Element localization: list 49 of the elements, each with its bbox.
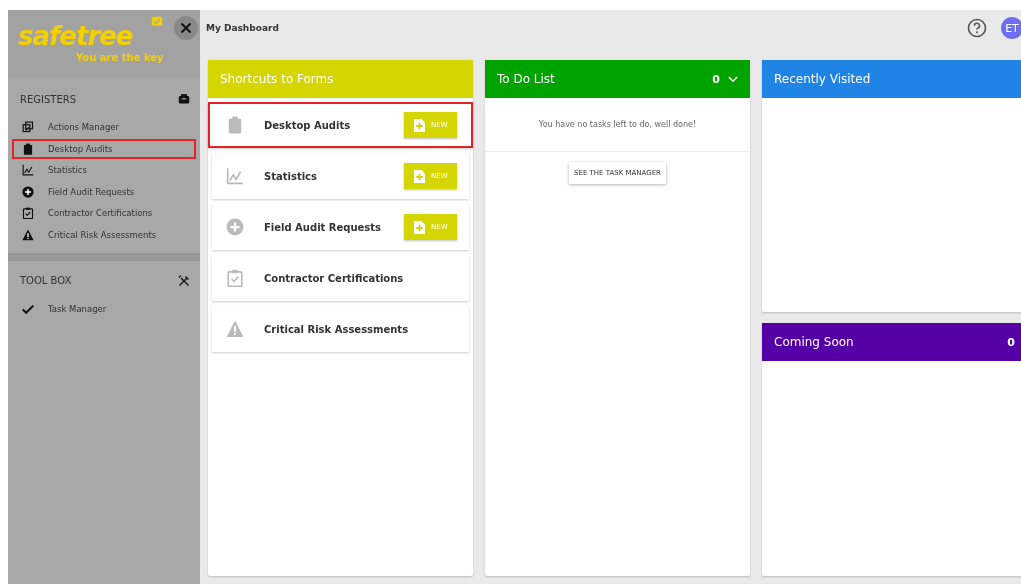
shortcut-label: Desktop Audits	[264, 119, 352, 131]
plus-circle-icon	[226, 218, 244, 236]
clipboard-check-icon	[22, 207, 34, 220]
close-icon	[180, 22, 192, 34]
shortcut-label: Statistics	[264, 170, 318, 182]
line-chart-icon	[226, 167, 244, 185]
new-file-icon	[414, 118, 425, 132]
shortcut-label: Critical Risk Assessments	[264, 323, 410, 335]
copy-icon	[22, 121, 34, 133]
help-icon[interactable]	[967, 18, 987, 38]
warning-icon	[226, 320, 244, 338]
shortcut-item[interactable]: Contractor Certifications	[212, 255, 469, 301]
task-count: 0	[712, 72, 720, 86]
section-title: TOOL BOX	[20, 275, 72, 287]
new-file-icon	[414, 220, 425, 234]
item-count: 0	[1007, 335, 1015, 349]
check-badge-icon	[150, 16, 164, 28]
shortcut-label: Field Audit Requests	[264, 221, 383, 233]
card-title: Recently Visited	[774, 72, 872, 86]
plus-circle-icon	[22, 185, 34, 198]
nav-item[interactable]: Field Audit Requests	[12, 181, 196, 202]
shortcut-item[interactable]: Critical Risk Assessments	[212, 306, 469, 352]
clipboard-check-icon	[226, 269, 244, 287]
nav-item[interactable]: Actions Manager	[12, 117, 196, 137]
logo-wordmark: safetree	[18, 20, 133, 52]
card-title: Shortcuts to Forms	[220, 72, 335, 86]
section-title: REGISTERS	[20, 93, 77, 105]
user-avatar[interactable]: ET	[1001, 17, 1021, 39]
checkmark-icon	[22, 302, 34, 315]
warning-icon	[22, 228, 34, 241]
logo-tagline: You are the key	[76, 52, 164, 63]
card-title: To Do List	[497, 72, 556, 86]
nav-item[interactable]: Desktop Audits	[12, 138, 196, 159]
empty-message: You have no tasks left to do, well done!	[485, 98, 750, 152]
box-icon	[178, 93, 190, 105]
clipboard-icon	[226, 116, 244, 134]
new-file-icon	[414, 169, 425, 183]
close-button[interactable]	[174, 16, 198, 40]
nav-item[interactable]: Contractor Certifications	[12, 203, 196, 224]
clipboard-icon	[22, 142, 34, 155]
shortcut-label: Contractor Certifications	[264, 272, 405, 284]
nav-item[interactable]: Statistics	[12, 160, 196, 181]
tools-icon	[178, 274, 190, 287]
card-title: Coming Soon	[774, 335, 855, 349]
nav-item[interactable]: Critical Risk Assessments	[12, 224, 196, 245]
chevron-down-icon[interactable]	[728, 75, 738, 83]
page-title: My Dashboard	[206, 23, 279, 33]
line-chart-icon	[22, 164, 34, 177]
nav-item[interactable]: Task Manager	[12, 298, 196, 319]
